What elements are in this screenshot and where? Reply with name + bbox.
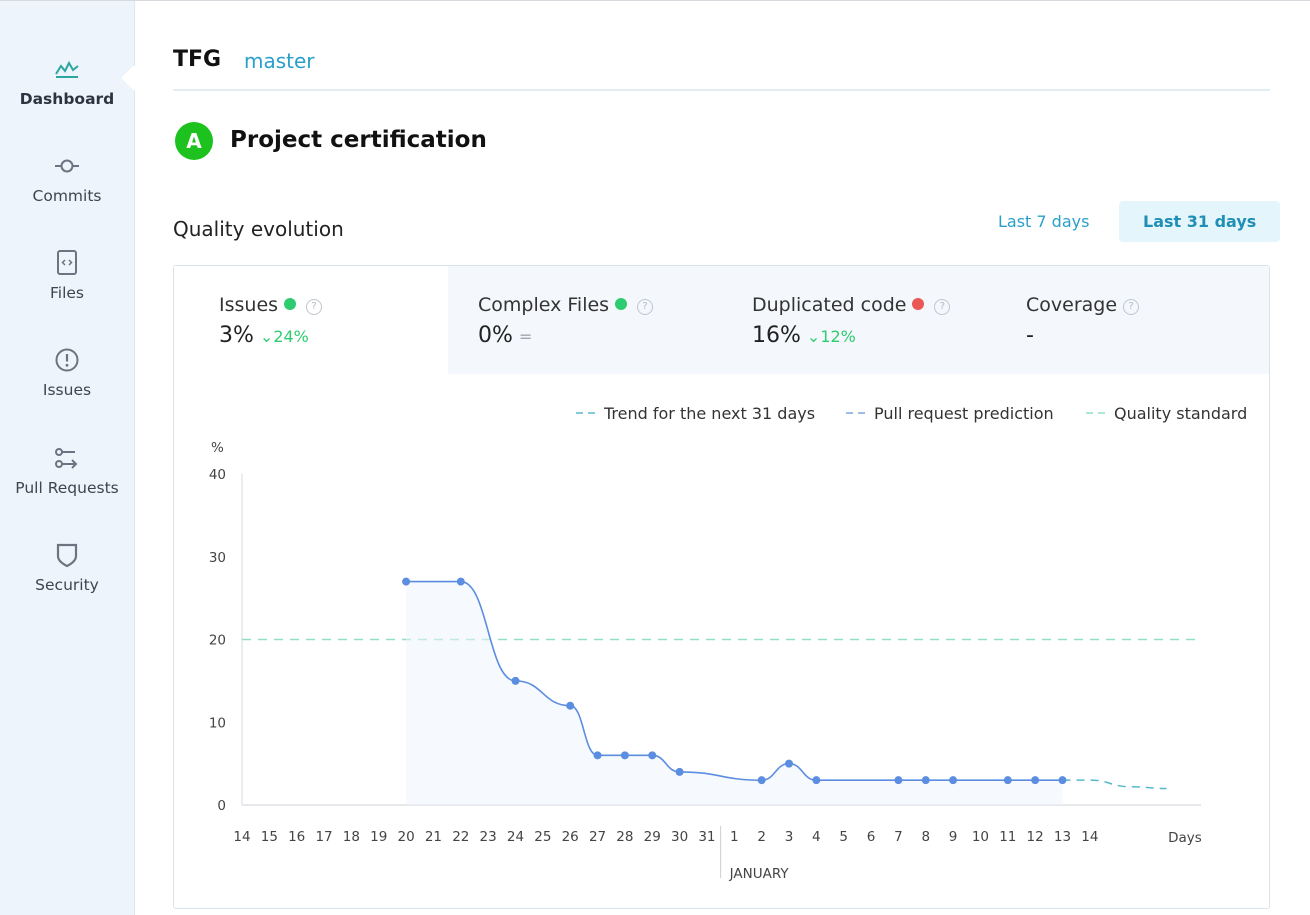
sidebar-item-label: Security (35, 576, 99, 594)
quality-panel: Issues? 3% ⌄24% Complex Files? 0% = Duplic… (173, 265, 1270, 909)
pull-request-icon (55, 448, 78, 469)
y-axis-label: % (211, 440, 224, 456)
data-point (620, 751, 629, 760)
x-tick-label: 27 (589, 829, 606, 845)
x-tick-label: 1 (730, 829, 739, 845)
x-tick-label: 22 (452, 829, 469, 845)
x-tick-label: 10 (972, 829, 989, 845)
sidebar-item-label: Files (49, 284, 84, 302)
data-point (511, 676, 520, 685)
x-tick-label: 21 (425, 829, 442, 845)
data-point (812, 776, 821, 785)
last-31-days-button[interactable]: Last 31 days (1119, 201, 1281, 242)
data-point (894, 776, 903, 785)
y-tick-label: 10 (209, 715, 226, 731)
x-tick-label: 24 (507, 829, 524, 845)
quality-chart: Trend for the next 31 days Pull request p… (209, 404, 1247, 882)
main-content: TFG master A Project certification Quali… (134, 1, 1310, 915)
x-tick-label: 6 (867, 829, 876, 845)
certification-grade-badge: A (175, 122, 213, 160)
certification-title: Project certification (230, 127, 487, 153)
x-tick-label: 8 (921, 829, 930, 845)
x-tick-label: 7 (894, 829, 903, 845)
data-point (675, 767, 684, 776)
x-tick-label: 25 (534, 829, 551, 845)
data-point (648, 751, 657, 760)
sidebar-item-label: Dashboard (19, 90, 115, 108)
data-point (921, 776, 930, 785)
x-tick-label: 30 (671, 829, 688, 845)
data-point (456, 577, 465, 586)
last-7-days-button[interactable]: Last 7 days (974, 201, 1113, 242)
x-tick-label: 11 (999, 829, 1016, 845)
x-tick-label: 23 (480, 829, 497, 845)
x-tick-label: 18 (343, 829, 360, 845)
repo-name: TFG (173, 47, 222, 72)
alert-circle-icon (55, 348, 79, 372)
repo-header: TFG master (173, 45, 1270, 91)
x-tick-label: 20 (398, 829, 415, 845)
y-tick-label: 30 (209, 550, 226, 566)
legend-item: Pull request prediction (874, 404, 1054, 423)
sidebar-item-security[interactable]: Security (0, 542, 134, 594)
y-tick-label: 40 (209, 467, 226, 483)
x-tick-label: 19 (370, 829, 387, 845)
x-tick-label: 12 (1027, 829, 1044, 845)
data-point (785, 759, 793, 768)
legend-item: Quality standard (1114, 404, 1247, 423)
sidebar-item-label: Pull Requests (15, 479, 119, 497)
x-tick-label: 13 (1054, 829, 1071, 845)
data-point (1031, 776, 1040, 785)
sidebar-item-commits[interactable]: Commits (0, 153, 134, 205)
sidebar-item-issues[interactable]: Issues (0, 347, 134, 399)
sidebar-item-files[interactable]: Files (0, 250, 134, 302)
sidebar: Dashboard Commits Files Issues Pull Requ… (0, 1, 147, 915)
sidebar-item-label: Commits (32, 187, 102, 205)
x-tick-label: 17 (315, 829, 332, 845)
trend-line (1062, 779, 1167, 790)
data-point (757, 776, 766, 785)
y-tick-label: 20 (209, 633, 226, 649)
branch-link[interactable]: master (244, 49, 315, 73)
data-point (1003, 776, 1012, 785)
x-axis-label: Days (1168, 830, 1202, 846)
series-area (406, 581, 1063, 805)
x-tick-label: 14 (1081, 829, 1098, 845)
x-tick-label: 15 (261, 829, 278, 845)
x-tick-label: 31 (698, 829, 715, 845)
x-tick-label: 16 (288, 829, 305, 845)
legend-item: Trend for the next 31 days (603, 404, 815, 423)
x-tick-label: 9 (949, 829, 958, 845)
x-tick-label: 29 (644, 829, 661, 845)
data-point (1058, 776, 1067, 785)
y-tick-label: 0 (217, 798, 226, 814)
x-tick-label: 2 (757, 829, 766, 845)
month-label: JANUARY (729, 866, 790, 882)
x-tick-label: 28 (616, 829, 633, 845)
data-point (593, 751, 602, 760)
sidebar-item-dashboard[interactable]: Dashboard (0, 56, 134, 108)
x-tick-label: 26 (562, 829, 579, 845)
sidebar-item-label: Issues (42, 381, 92, 399)
sidebar-item-pull-requests[interactable]: Pull Requests (0, 445, 134, 497)
data-point (566, 701, 575, 710)
commit-icon (55, 159, 79, 173)
shield-icon (56, 543, 78, 568)
quality-evolution-title: Quality evolution (173, 217, 344, 241)
dashboard-icon (55, 60, 79, 78)
data-point (949, 776, 958, 785)
x-tick-label: 3 (785, 829, 794, 845)
file-code-icon (57, 250, 77, 275)
x-tick-label: 5 (839, 829, 848, 845)
data-point (402, 577, 411, 586)
x-tick-label: 4 (812, 829, 821, 845)
x-tick-label: 14 (233, 829, 250, 845)
